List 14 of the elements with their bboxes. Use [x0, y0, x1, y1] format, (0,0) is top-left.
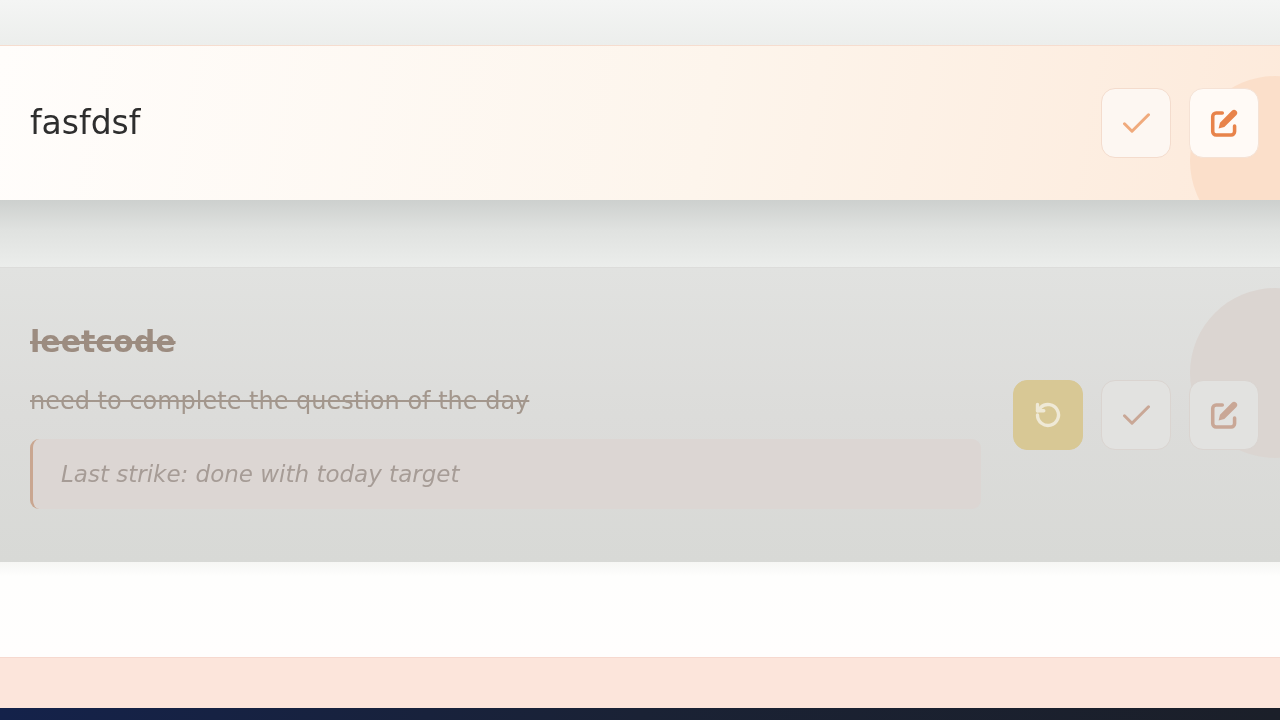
- edit-button[interactable]: [1189, 380, 1259, 450]
- complete-button[interactable]: [1101, 88, 1171, 158]
- task-description: need to complete the question of the day: [30, 385, 531, 416]
- edit-icon: [1210, 401, 1238, 429]
- check-icon: [1122, 113, 1150, 133]
- task-note: Last strike: done with today target: [30, 438, 981, 509]
- check-icon: [1122, 405, 1150, 425]
- complete-button[interactable]: [1101, 380, 1171, 450]
- task-title: leetcode: [30, 323, 177, 360]
- undo-button[interactable]: [1013, 380, 1083, 450]
- undo-icon: [1034, 401, 1062, 429]
- task-title: fasfdsf: [30, 103, 142, 143]
- edit-icon: [1210, 109, 1238, 137]
- edit-button[interactable]: [1189, 88, 1259, 158]
